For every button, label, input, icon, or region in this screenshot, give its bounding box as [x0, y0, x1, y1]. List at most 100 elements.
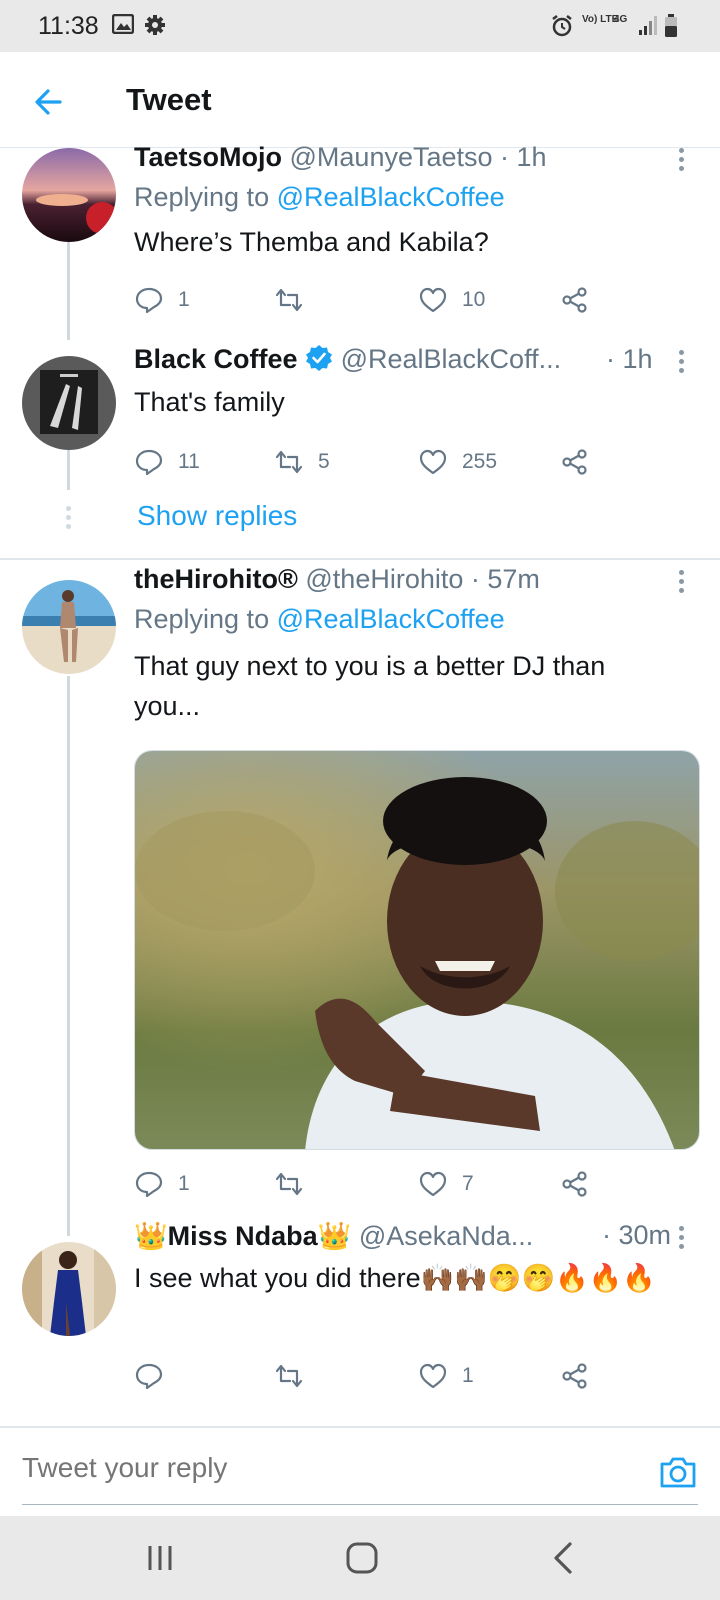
tweet-text: I see what you did there🙌🏾🙌🏾🤭🤭🔥🔥🔥: [134, 1263, 657, 1293]
share-icon: [562, 287, 587, 313]
avatar[interactable]: [22, 1242, 116, 1336]
show-replies-link[interactable]: Show replies: [137, 500, 297, 532]
like-count: 1: [462, 1364, 474, 1387]
tweet-time: · 1h: [500, 142, 547, 172]
share-icon: [562, 1171, 587, 1197]
author-name[interactable]: Black Coffee: [134, 344, 298, 374]
author-name[interactable]: theHirohito®: [134, 564, 298, 594]
like-count: 10: [462, 288, 486, 311]
page-title: Tweet: [126, 82, 212, 117]
replying-label: Replying to: [134, 604, 270, 634]
signal-bars-icon: [639, 16, 657, 35]
reply-button[interactable]: [134, 1356, 178, 1396]
author-handle[interactable]: @theHirohito: [305, 564, 463, 594]
reply-button[interactable]: 1: [134, 1164, 190, 1204]
name-prefix-emoji: 👑: [134, 1221, 168, 1251]
comment-icon: [135, 1171, 163, 1198]
reply-input[interactable]: [22, 1452, 582, 1484]
comment-icon: [135, 1363, 163, 1390]
retweet-button[interactable]: 5: [274, 442, 330, 482]
tweet-time-wrap: · 1h: [606, 344, 653, 375]
comment-icon: [135, 287, 163, 314]
like-button[interactable]: 10: [418, 280, 485, 320]
tweet-actions: 1: [134, 1356, 614, 1396]
avatar[interactable]: [22, 580, 116, 674]
retweet-button[interactable]: [274, 1164, 318, 1204]
tweet-actions: 11 5 255: [134, 442, 614, 482]
battery-icon: [665, 14, 677, 37]
share-button[interactable]: [560, 280, 590, 320]
tweet-time: · 30m: [602, 1220, 672, 1250]
retweet-button[interactable]: [274, 280, 318, 320]
tweet-text: Where’s Themba and Kabila?: [134, 227, 489, 257]
tweet-item[interactable]: Black Coffee @RealBlackCoff... · 1h That…: [0, 340, 720, 560]
share-icon: [562, 449, 587, 475]
reply-count: 1: [178, 1172, 190, 1195]
mention-link[interactable]: @RealBlackCoffee: [277, 604, 505, 634]
tweet-text: That's family: [134, 387, 285, 417]
reply-button[interactable]: 11: [134, 442, 200, 482]
share-button[interactable]: [560, 1356, 590, 1396]
thread-line: [67, 450, 70, 490]
share-button[interactable]: [560, 442, 590, 482]
retweet-icon: [275, 450, 303, 474]
camera-icon[interactable]: [658, 1452, 698, 1492]
like-count: 255: [462, 450, 498, 473]
more-options-icon[interactable]: [676, 350, 686, 376]
heart-icon: [419, 287, 447, 313]
retweet-button[interactable]: [274, 1356, 318, 1396]
replying-to: Replying to @RealBlackCoffee: [134, 182, 505, 213]
recent-apps-icon[interactable]: [140, 1538, 180, 1578]
tweet-header: theHirohito® @theHirohito · 57m: [134, 564, 540, 595]
status-time: 11:38: [38, 12, 99, 40]
retweet-icon: [275, 1364, 303, 1388]
app-header: Tweet: [0, 52, 720, 148]
tweet-item[interactable]: 👑Miss Ndaba👑 @AsekaNda... · 30m I see wh…: [0, 1220, 720, 1426]
retweet-icon: [275, 1172, 303, 1196]
retweet-icon: [275, 288, 303, 312]
system-nav-bar: [0, 1516, 720, 1600]
tweet-time: · 1h: [606, 344, 653, 374]
replying-label: Replying to: [134, 182, 270, 212]
signal-type-label: 4G: [614, 14, 628, 25]
avatar[interactable]: [22, 356, 116, 450]
like-button[interactable]: 255: [418, 442, 497, 482]
tweet-actions: 1 7: [134, 1164, 614, 1204]
thread-line: [67, 236, 70, 340]
author-handle[interactable]: @RealBlackCoff...: [341, 344, 562, 374]
author-handle[interactable]: @AsekaNda...: [359, 1221, 534, 1251]
more-options-icon[interactable]: [676, 148, 686, 174]
network-label: Vo) LTE: [582, 14, 619, 25]
like-button[interactable]: 7: [418, 1164, 474, 1204]
more-options-icon[interactable]: [676, 1226, 686, 1252]
like-count: 7: [462, 1172, 474, 1195]
author-handle[interactable]: @MaunyeTaetso: [290, 142, 493, 172]
status-bar: 11:38 Vo) LTE 4G: [0, 0, 720, 52]
tweet-time-wrap: · 30m: [602, 1220, 671, 1251]
replying-to: Replying to @RealBlackCoffee: [134, 604, 505, 635]
thread-dots: [66, 506, 71, 533]
gallery-icon: [112, 14, 134, 34]
comment-icon: [135, 449, 163, 476]
back-nav-icon[interactable]: [544, 1538, 584, 1578]
tweet-item[interactable]: TaetsoMojo @MaunyeTaetso · 1h Replying t…: [0, 142, 720, 340]
reply-button[interactable]: 1: [134, 280, 190, 320]
reply-count: 11: [178, 450, 200, 473]
tweet-actions: 1 10: [134, 280, 614, 320]
author-name[interactable]: TaetsoMojo: [134, 142, 282, 172]
tweet-time: · 57m: [470, 564, 540, 594]
mention-link[interactable]: @RealBlackCoffee: [277, 182, 505, 212]
avatar[interactable]: [22, 148, 116, 242]
share-button[interactable]: [560, 1164, 590, 1204]
home-icon[interactable]: [342, 1538, 382, 1578]
heart-icon: [419, 1171, 447, 1197]
author-name[interactable]: Miss Ndaba: [168, 1221, 318, 1251]
tweet-header: 👑Miss Ndaba👑 @AsekaNda...: [134, 1220, 533, 1252]
tweet-media-image[interactable]: [134, 750, 700, 1150]
retweet-count: 5: [318, 450, 330, 473]
tweet-text: That guy next to you is a better DJ than…: [134, 651, 606, 721]
like-button[interactable]: 1: [418, 1356, 474, 1396]
name-suffix-emoji: 👑: [317, 1221, 352, 1251]
more-options-icon[interactable]: [676, 570, 686, 596]
arrow-left-icon[interactable]: [30, 82, 70, 122]
